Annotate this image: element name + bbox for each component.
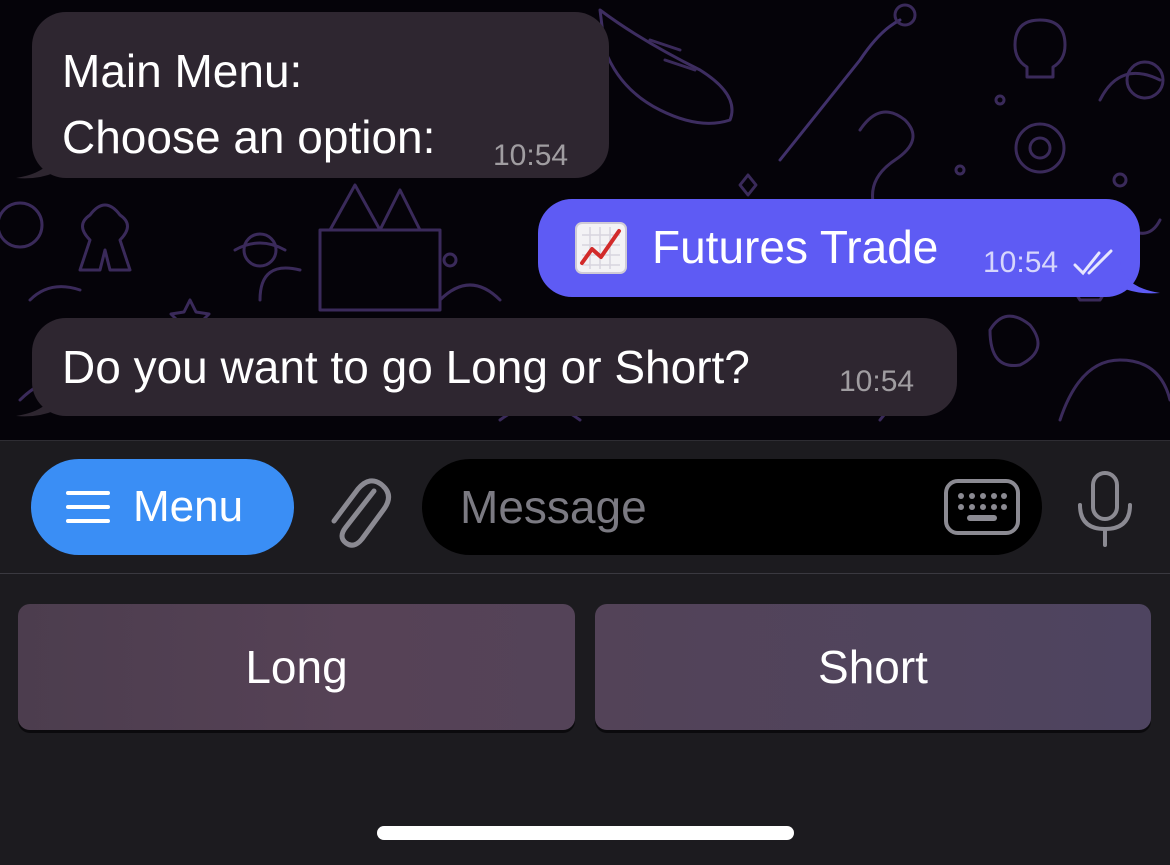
incoming-message-long-or-short[interactable]: Do you want to go Long or Short? 10:54 [16, 318, 957, 417]
message-input[interactable]: Message [422, 459, 1042, 555]
long-button[interactable]: Long [18, 604, 575, 730]
microphone-icon[interactable] [1074, 469, 1136, 549]
keyboard-icon[interactable] [943, 478, 1021, 536]
paperclip-icon[interactable] [322, 469, 392, 549]
message-text: Main Menu: Choose an option: [62, 45, 436, 163]
bubble-tail [16, 146, 56, 179]
message-input-placeholder: Message [460, 481, 647, 533]
message-text: Do you want to go Long or Short? [62, 341, 750, 393]
double-check-icon [1073, 249, 1113, 276]
message-time: 10:54 [493, 139, 569, 172]
menu-button-label: Menu [133, 482, 244, 531]
message-text: Futures Trade [652, 221, 939, 273]
message-time: 10:54 [983, 246, 1059, 279]
incoming-message-main-menu[interactable]: Main Menu: Choose an option: 10:54 [16, 12, 609, 179]
home-indicator[interactable] [377, 826, 794, 840]
telegram-chat-screen: Main Menu: Choose an option: 10:54 Futur… [0, 0, 1170, 865]
bubble-tail [1120, 261, 1160, 294]
chat-area[interactable]: Main Menu: Choose an option: 10:54 Futur… [0, 0, 1170, 440]
short-button[interactable]: Short [595, 604, 1151, 730]
message-input-bar: Menu Message [0, 440, 1170, 574]
outgoing-message-futures-trade[interactable]: Futures Trade 10:54 [538, 199, 1160, 297]
bubble-tail [16, 384, 56, 417]
menu-button[interactable]: Menu [31, 459, 294, 555]
hamburger-icon [66, 491, 110, 523]
chart-increasing-icon [575, 222, 627, 274]
message-time: 10:54 [839, 365, 915, 398]
reply-keyboard: Long Short [0, 574, 1170, 865]
